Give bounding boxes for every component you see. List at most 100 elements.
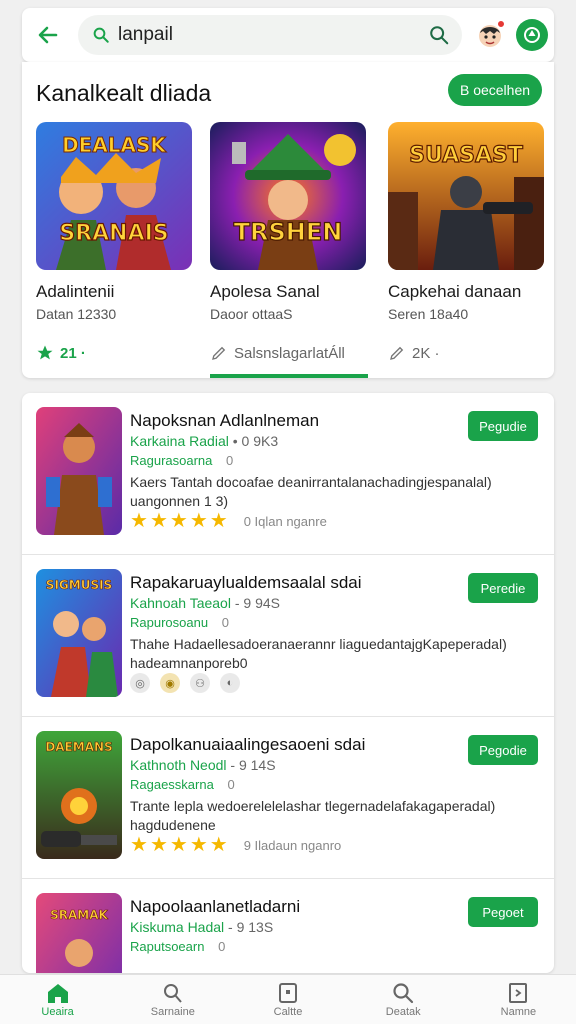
library-icon: [509, 982, 528, 1003]
list-item[interactable]: SIGMUSIS Rapakaruaylualdemsaalal sdai Ka…: [22, 555, 554, 717]
nav-item-games[interactable]: Sarnaine: [115, 975, 230, 1024]
nav-item-library[interactable]: Namne: [461, 975, 576, 1024]
thumb-title: SIGMUSIS: [46, 578, 112, 592]
game-subtitle: Seren 18a40: [388, 306, 469, 322]
category-meta: 0: [221, 615, 229, 630]
game-name: Adalintenii: [36, 282, 115, 301]
category-meta: 0: [218, 939, 226, 954]
game-rating: SalsnslagarlatÁll: [210, 344, 345, 362]
nav-item-apps[interactable]: Caltte: [230, 975, 345, 1024]
developer: Kahnoah Taeaol - 9 94S: [130, 595, 280, 611]
list-item[interactable]: DAEMANS Dapolkanuaiaalingesaoeni sdai Ka…: [22, 717, 554, 879]
category: Raputsoearn 0: [130, 939, 225, 954]
featured-game-card[interactable]: TRSHEN Apolesa Sanal Daoor ottaaS Salsns…: [210, 122, 366, 362]
avatar[interactable]: [474, 19, 506, 51]
back-arrow-icon: [38, 26, 58, 44]
developer: Karkaina Radial • 0 9K3: [130, 433, 278, 449]
game-subtitle: Datan 12330: [36, 306, 117, 322]
star-icon: [37, 345, 53, 360]
game-thumbnail: [36, 407, 122, 535]
pencil-icon: [212, 346, 226, 360]
nav-item-search[interactable]: Deatak: [346, 975, 461, 1024]
star-icon: ★: [130, 834, 148, 856]
category-name: Rapurosoanu: [130, 615, 209, 630]
game-title: Dapolkanuaiaalingesaoeni sdai: [130, 735, 366, 754]
game-description: Thahe Hadaellesadoeranaerannr liaguedant…: [130, 636, 507, 671]
search-input[interactable]: [118, 24, 418, 46]
developer-name: Kiskuma Hadal: [130, 919, 225, 935]
profile-button[interactable]: [516, 19, 548, 51]
cover-title-top: DEALASK: [62, 133, 167, 157]
coin-icon: ◉: [160, 673, 180, 693]
nav-label: Deatak: [385, 1005, 421, 1018]
rating-value: SalsnslagarlatÁll: [234, 344, 345, 362]
game-thumbnail: SRAMAK: [36, 893, 122, 973]
feature-icons: ◎ ◉ ⚇ ◐: [130, 673, 240, 693]
search-icon: [393, 982, 414, 1003]
developer: Kathnoth Neodl - 9 14S: [130, 757, 276, 773]
game-cover-image: SUASAST: [388, 122, 544, 270]
list-item[interactable]: Napoksnan Adlanlneman Karkaina Radial • …: [22, 393, 554, 555]
thumb-title: DAEMANS: [45, 740, 112, 754]
game-cover-image: TRSHEN: [210, 122, 366, 270]
game-description: Trante lepla wedoerelelelashar tlegernad…: [130, 798, 496, 833]
rating-meta: 9 Iladaun nganro: [243, 837, 342, 853]
star-icon: ★: [169, 834, 188, 856]
nav-item-home[interactable]: Ueaira: [0, 975, 115, 1024]
game-cover-image: DEALASK SRANAIS: [36, 122, 192, 270]
cover-title: SRANAIS: [59, 221, 168, 246]
search-submit-icon[interactable]: [428, 24, 450, 46]
search-bar[interactable]: [78, 15, 462, 55]
game-title: Napoolaanlanetladarni: [130, 897, 301, 916]
get-button[interactable]: Pegodie: [468, 735, 538, 765]
section-title: Kanalkealt dliada: [36, 80, 212, 106]
nav-label: Ueaira: [41, 1005, 74, 1018]
notification-badge: [496, 19, 506, 29]
game-title: Napoksnan Adlanlneman: [130, 411, 320, 430]
game-rating: 2K ·: [388, 344, 440, 362]
star-icon: ★: [149, 510, 168, 532]
category-name: Ragaesskarna: [130, 777, 214, 792]
thumb-title: SRAMAK: [50, 908, 108, 922]
controller-icon: ◎: [130, 673, 150, 693]
top-bar: [22, 8, 554, 62]
multiplayer-icon: ⚇: [190, 673, 210, 693]
developer-meta: - 9 14S: [230, 757, 276, 773]
bottom-navigation: Ueaira Sarnaine Caltte Deatak Namne: [0, 974, 576, 1024]
game-subtitle: Daoor ottaaS: [210, 306, 293, 322]
star-icon: ★: [149, 834, 168, 856]
profile-icon: [524, 27, 540, 43]
game-name: Apolesa Sanal: [210, 282, 320, 301]
star-icon: ★: [189, 834, 208, 856]
star-icon: ★: [169, 510, 188, 532]
star-icon: ★: [209, 834, 228, 856]
featured-game-card[interactable]: SUASAST Capkehai danaan Seren 18a40 2K ·: [388, 122, 544, 362]
category: Ragaesskarna 0: [130, 777, 235, 792]
star-rating: ★ ★ ★ ★ ★ 0 Iqlan nganre: [130, 511, 327, 531]
get-button[interactable]: Pegoet: [468, 897, 538, 927]
game-description: Kaers Tantah docoafae deanirrantalanacha…: [130, 474, 492, 509]
star-rating: ★ ★ ★ ★ ★ 9 Iladaun nganro: [130, 835, 341, 855]
home-icon: [47, 983, 68, 1003]
game-thumbnail: SIGMUSIS: [36, 569, 122, 697]
developer-name: Karkaina Radial: [130, 433, 229, 449]
rating-value: 21 ·: [60, 344, 86, 362]
list-item[interactable]: SRAMAK Napoolaanlanetladarni Kiskuma Had…: [22, 879, 554, 973]
star-icon: ★: [130, 510, 148, 532]
games-icon: [163, 983, 182, 1003]
get-button[interactable]: Peredie: [468, 573, 538, 603]
back-button[interactable]: [26, 13, 70, 57]
see-all-button[interactable]: B oecelhen: [448, 74, 542, 106]
game-rating: 21 ·: [36, 344, 86, 362]
developer-meta: • 0 9K3: [232, 433, 279, 449]
category-name: Raputsoearn: [130, 939, 205, 954]
cover-title: SUASAST: [409, 143, 523, 168]
featured-game-card[interactable]: DEALASK SRANAIS Adalintenii Datan 12330 …: [36, 122, 192, 362]
apps-icon: [279, 982, 297, 1003]
rating-value: 2K ·: [412, 344, 440, 362]
category: Ragurasoarna 0: [130, 453, 233, 468]
star-icon: ★: [209, 510, 228, 532]
nav-label: Caltte: [273, 1005, 303, 1018]
game-list: Napoksnan Adlanlneman Karkaina Radial • …: [22, 393, 554, 973]
get-button[interactable]: Pegudie: [468, 411, 538, 441]
